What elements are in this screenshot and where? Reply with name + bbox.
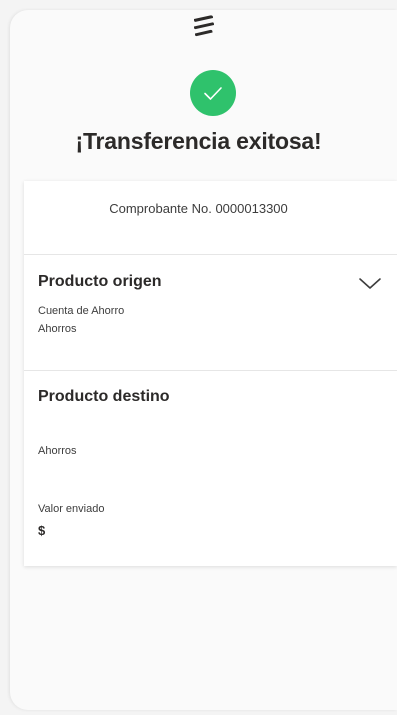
destination-section-title: Producto destino — [38, 388, 170, 405]
origin-section-title: Producto origen — [38, 273, 162, 290]
chevron-down-icon[interactable] — [358, 276, 382, 292]
bank-logo-icon — [194, 15, 214, 37]
receipt-card: Comprobante No. 0000013300 Producto orig… — [24, 181, 397, 566]
origin-account-name: Cuenta de Ahorro — [38, 305, 125, 317]
success-badge — [190, 70, 236, 116]
divider — [24, 254, 397, 255]
divider — [24, 370, 397, 371]
receipt-number: Comprobante No. 0000013300 — [109, 201, 288, 216]
page-title: ¡Transferencia exitosa! — [75, 128, 322, 154]
destination-account-type: Ahorros — [38, 445, 77, 457]
amount-value: $ — [38, 523, 46, 538]
amount-label: Valor enviado — [38, 503, 105, 515]
origin-account-type: Ahorros — [38, 323, 77, 335]
checkmark-icon — [204, 87, 222, 100]
